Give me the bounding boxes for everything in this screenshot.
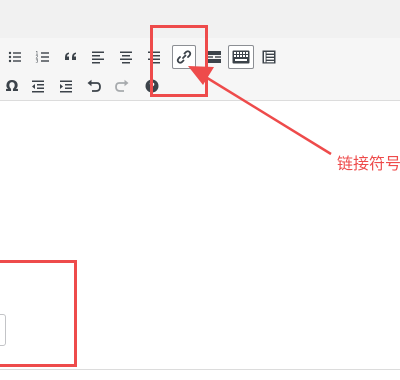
annotation-arrow [188, 66, 332, 156]
annotation-label: 链接符号 [337, 156, 400, 173]
